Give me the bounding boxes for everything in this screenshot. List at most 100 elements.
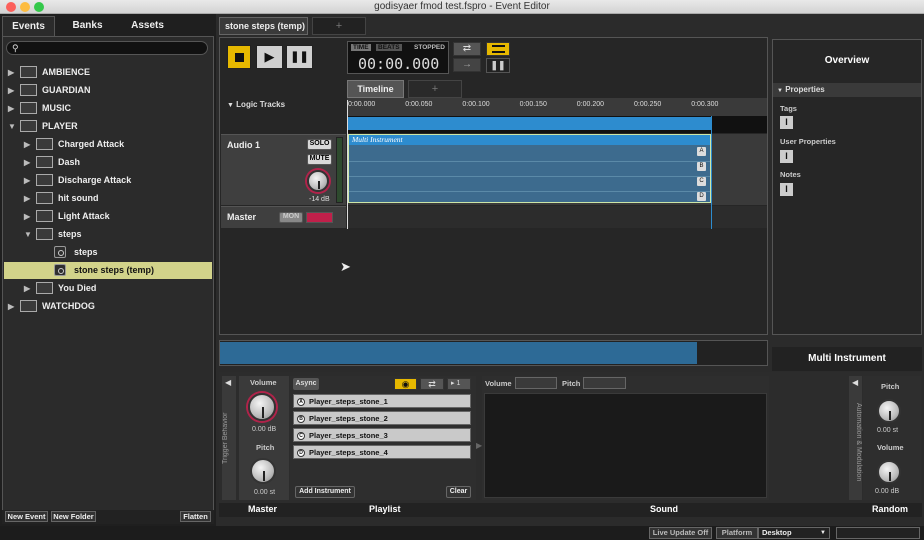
new-event-button[interactable]: New Event: [5, 511, 48, 522]
playlist-item[interactable]: C Player_steps_stone_3: [293, 428, 471, 442]
triangle-right-icon[interactable]: ▶: [8, 64, 14, 81]
master-volume-slider[interactable]: [306, 212, 333, 223]
notes-field[interactable]: I: [780, 183, 793, 196]
folder-item[interactable]: ▶ Discharge Attack: [4, 172, 212, 189]
flatten-button[interactable]: Flatten: [180, 511, 211, 522]
live-update-button[interactable]: Live Update Off: [649, 527, 712, 539]
overview-viewport[interactable]: [220, 342, 697, 364]
random-volume-knob[interactable]: [877, 460, 901, 484]
folder-icon: [36, 174, 53, 186]
playhead[interactable]: [347, 100, 348, 229]
triangle-right-icon[interactable]: ▶: [8, 298, 14, 315]
folder-item[interactable]: ▶ Charged Attack: [4, 136, 212, 153]
minimize-window-button[interactable]: [20, 2, 30, 12]
sustain-button[interactable]: ❚❚: [486, 58, 510, 73]
loop-button[interactable]: ⇄: [453, 42, 481, 56]
folder-item[interactable]: ▼ PLAYER: [4, 118, 212, 135]
audio-track-header: Audio 1 SOLO MUTE -14 dB: [221, 134, 346, 205]
triangle-right-icon[interactable]: ▶: [8, 82, 14, 99]
folder-item[interactable]: ▶ WATCHDOG: [4, 298, 212, 315]
play-count-icon: ▸: [451, 380, 455, 387]
logic-tracks-header[interactable]: ▼ Logic Tracks: [227, 100, 285, 109]
triangle-right-icon[interactable]: ▶: [24, 172, 30, 189]
close-window-button[interactable]: [6, 2, 16, 12]
multi-instrument-region[interactable]: Multi Instrument A B C D: [348, 134, 711, 203]
new-folder-button[interactable]: New Folder: [51, 511, 96, 522]
tab-event-editor[interactable]: stone steps (temp): [219, 17, 308, 35]
solo-button[interactable]: SOLO: [307, 139, 332, 150]
playlist-item[interactable]: D Player_steps_stone_4: [293, 445, 471, 459]
add-instrument-button[interactable]: Add Instrument: [295, 486, 355, 498]
platform-select[interactable]: Desktop ▼: [758, 527, 830, 539]
folder-item[interactable]: ▶ MUSIC: [4, 100, 212, 117]
folder-icon: [36, 210, 53, 222]
async-button[interactable]: Async: [293, 378, 319, 390]
stop-button[interactable]: [227, 45, 251, 69]
triangle-down-icon[interactable]: ▼: [8, 118, 16, 135]
time-mode-button[interactable]: TIME: [351, 44, 371, 51]
pause-button[interactable]: ❚❚: [286, 45, 313, 69]
triangle-right-icon[interactable]: ▶: [24, 154, 30, 171]
folder-item[interactable]: ▶ GUARDIAN: [4, 82, 212, 99]
ruler-tick-label: 0:00.150: [519, 101, 547, 108]
beats-mode-button[interactable]: BEATS: [376, 44, 402, 51]
folder-item[interactable]: ▶ Dash: [4, 154, 212, 171]
timeline-overview-strip[interactable]: [219, 340, 768, 366]
follow-button[interactable]: →: [453, 58, 481, 72]
sound-pitch-slider[interactable]: [583, 377, 626, 389]
add-editor-tab-button[interactable]: +: [312, 17, 366, 35]
tab-banks[interactable]: Banks: [60, 16, 115, 36]
random-playlist-button[interactable]: ◉: [394, 378, 417, 390]
clear-button[interactable]: Clear: [446, 486, 471, 498]
folder-item[interactable]: ▶ Light Attack: [4, 208, 212, 225]
playlist-item[interactable]: A Player_steps_stone_1: [293, 394, 471, 408]
master-volume-value: 0.00 dB: [252, 426, 277, 433]
playlist-item[interactable]: B Player_steps_stone_2: [293, 411, 471, 425]
folder-item[interactable]: ▶ You Died: [4, 280, 212, 297]
master-volume-knob[interactable]: [248, 393, 276, 421]
trigger-behavior-label[interactable]: Trigger Behavior: [222, 388, 236, 488]
ruler-tick-label: 0:00.100: [462, 101, 490, 108]
timeline-view-button[interactable]: [486, 42, 510, 56]
event-item[interactable]: stone steps (temp): [4, 262, 212, 279]
add-user-property-button[interactable]: I: [780, 150, 793, 163]
triangle-right-icon[interactable]: ▶: [24, 208, 30, 225]
master-pitch-knob[interactable]: [250, 458, 276, 484]
track-volume-knob[interactable]: [307, 170, 329, 192]
triangle-right-icon[interactable]: ▶: [24, 190, 30, 207]
tree-item-label: steps: [74, 247, 98, 257]
pause-icon: ❚❚: [490, 60, 506, 70]
loop-playlist-button[interactable]: ⇄: [420, 378, 444, 390]
play-count-field[interactable]: ▸ 1: [447, 378, 471, 390]
folder-icon: [36, 282, 53, 294]
folder-icon: [20, 66, 37, 78]
loop-region[interactable]: [348, 117, 711, 130]
monitor-button[interactable]: MON: [279, 212, 303, 223]
triangle-right-icon[interactable]: ▶: [24, 280, 30, 297]
folder-item[interactable]: ▶ AMBIENCE: [4, 64, 212, 81]
properties-header[interactable]: ▼ Properties: [773, 83, 921, 97]
zoom-window-button[interactable]: [34, 2, 44, 12]
add-parameter-tab-button[interactable]: +: [408, 80, 462, 98]
random-pitch-knob[interactable]: [877, 399, 901, 423]
folder-item[interactable]: ▼ steps: [4, 226, 212, 243]
instrument-icon: C: [297, 432, 305, 440]
sound-volume-slider[interactable]: [515, 377, 557, 389]
search-input[interactable]: ⚲: [6, 41, 208, 55]
tags-label: Tags: [780, 104, 797, 113]
tab-assets[interactable]: Assets: [120, 16, 175, 36]
play-button[interactable]: ▶: [256, 45, 283, 69]
tree-item-label: GUARDIAN: [42, 85, 91, 95]
triangle-down-icon[interactable]: ▼: [24, 226, 32, 243]
triangle-right-icon[interactable]: ▶: [24, 136, 30, 153]
add-tag-button[interactable]: I: [780, 116, 793, 129]
tab-events[interactable]: Events: [2, 16, 55, 36]
mute-button[interactable]: MUTE: [307, 154, 332, 165]
loop-end-marker[interactable]: [711, 116, 712, 229]
instrument-icon: A: [297, 398, 305, 406]
folder-item[interactable]: ▶ hit sound: [4, 190, 212, 207]
event-item[interactable]: steps: [4, 244, 212, 261]
automation-label[interactable]: Automation & Modulation: [849, 390, 862, 495]
triangle-right-icon[interactable]: ▶: [8, 100, 14, 117]
tab-timeline[interactable]: Timeline: [347, 80, 404, 98]
